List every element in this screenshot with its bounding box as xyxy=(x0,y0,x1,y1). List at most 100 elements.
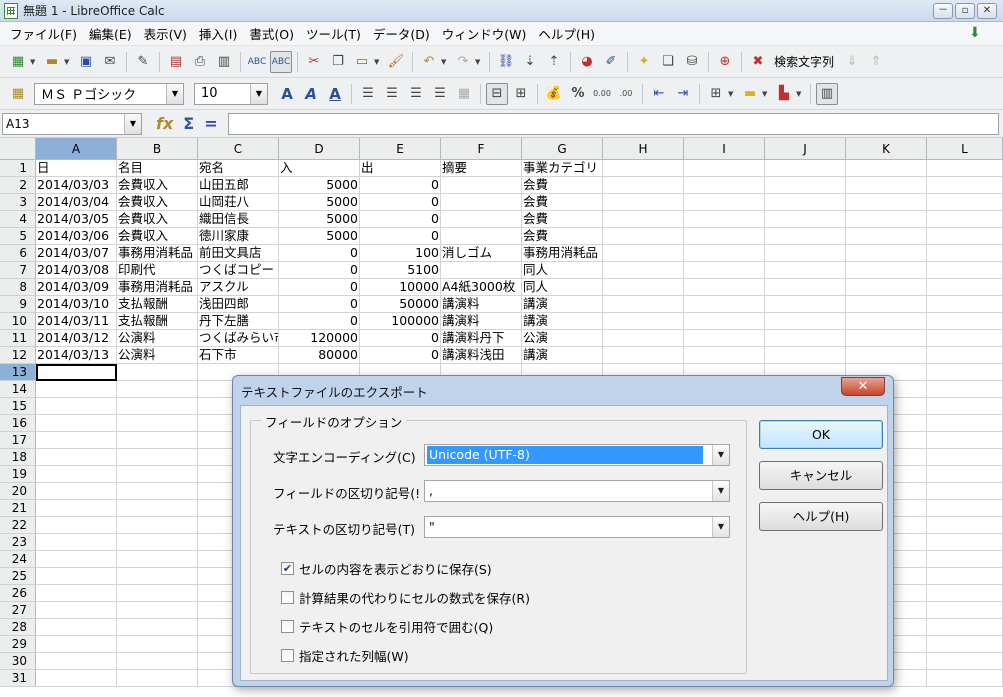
cell[interactable]: 名目 xyxy=(117,160,198,177)
new-document-icon[interactable]: ▦ xyxy=(7,51,29,73)
cell[interactable] xyxy=(36,449,117,466)
cell[interactable]: 50000 xyxy=(360,296,441,313)
borders-icon[interactable]: ⊞ xyxy=(705,83,727,105)
cell[interactable] xyxy=(36,619,117,636)
row-header[interactable]: 26 xyxy=(0,585,36,602)
row-header[interactable]: 5 xyxy=(0,228,36,245)
cell[interactable] xyxy=(846,347,927,364)
encoding-select[interactable]: Unicode (UTF-8) ▼ xyxy=(424,444,730,466)
minimize-button[interactable]: － xyxy=(933,2,953,19)
column-header-g[interactable]: G xyxy=(522,138,603,160)
cell[interactable]: 講演料浅田 xyxy=(441,347,522,364)
cell[interactable]: 2014/03/10 xyxy=(36,296,117,313)
cell[interactable] xyxy=(441,262,522,279)
cell[interactable] xyxy=(846,228,927,245)
select-all-corner[interactable] xyxy=(0,138,36,160)
cell[interactable] xyxy=(684,177,765,194)
cell[interactable] xyxy=(765,296,846,313)
cell[interactable] xyxy=(603,194,684,211)
cell[interactable] xyxy=(36,432,117,449)
cell[interactable] xyxy=(927,228,1003,245)
edit-file-icon[interactable]: ✎ xyxy=(132,51,154,73)
cell[interactable]: 0 xyxy=(360,347,441,364)
cell[interactable] xyxy=(36,534,117,551)
menu-format[interactable]: 書式(O) xyxy=(243,24,300,43)
cell[interactable]: 浅田四郎 xyxy=(198,296,279,313)
cell[interactable]: 0 xyxy=(279,296,360,313)
cell[interactable] xyxy=(846,211,927,228)
cell[interactable] xyxy=(603,177,684,194)
cell[interactable] xyxy=(117,534,198,551)
add-decimal-icon[interactable]: .00 xyxy=(615,83,637,105)
cell[interactable]: 山岡荘八 xyxy=(198,194,279,211)
cell[interactable] xyxy=(927,262,1003,279)
cell[interactable]: 0 xyxy=(360,330,441,347)
cell[interactable] xyxy=(927,330,1003,347)
print-icon[interactable]: ⎙ xyxy=(189,51,211,73)
column-header-h[interactable]: H xyxy=(603,138,684,160)
cell[interactable] xyxy=(927,449,1003,466)
cell[interactable] xyxy=(684,313,765,330)
cell[interactable] xyxy=(765,194,846,211)
paste-dropdown-icon[interactable]: ▼ xyxy=(374,58,382,66)
text-delimiter-select[interactable]: " ▼ xyxy=(424,516,730,538)
cell[interactable] xyxy=(603,245,684,262)
dialog-close-button[interactable]: ✕ xyxy=(841,377,885,396)
cell[interactable]: A4紙3000枚 xyxy=(441,279,522,296)
email-icon[interactable]: ✉ xyxy=(99,51,121,73)
cell[interactable]: つくばみらい市 xyxy=(198,330,279,347)
cell[interactable] xyxy=(927,398,1003,415)
column-header-i[interactable]: I xyxy=(684,138,765,160)
chevron-down-icon[interactable]: ▼ xyxy=(712,445,729,465)
sidebar-toggle-icon[interactable]: ▥ xyxy=(816,82,838,105)
cut-icon[interactable]: ✂ xyxy=(303,51,325,73)
cell[interactable] xyxy=(36,653,117,670)
cell[interactable] xyxy=(684,245,765,262)
cell[interactable]: 会費収入 xyxy=(117,177,198,194)
cell[interactable] xyxy=(765,347,846,364)
column-header-d[interactable]: D xyxy=(279,138,360,160)
cell[interactable]: 会費 xyxy=(522,228,603,245)
cell[interactable]: 2014/03/05 xyxy=(36,211,117,228)
column-header-a[interactable]: A xyxy=(36,138,117,160)
cell[interactable]: 5100 xyxy=(360,262,441,279)
cell[interactable] xyxy=(117,585,198,602)
cell[interactable] xyxy=(36,670,117,687)
cell[interactable] xyxy=(603,262,684,279)
quote-text-checkbox[interactable]: テキストのセルを引用符で囲む(Q) xyxy=(281,617,493,636)
row-header[interactable]: 3 xyxy=(0,194,36,211)
menu-edit[interactable]: 編集(E) xyxy=(83,24,138,43)
row-header[interactable]: 24 xyxy=(0,551,36,568)
align-right-icon[interactable]: ☰ xyxy=(405,83,427,105)
cell[interactable] xyxy=(765,228,846,245)
row-header[interactable]: 11 xyxy=(0,330,36,347)
cell[interactable] xyxy=(684,228,765,245)
cell[interactable] xyxy=(927,160,1003,177)
save-icon[interactable]: ▣ xyxy=(75,51,97,73)
row-header[interactable]: 15 xyxy=(0,398,36,415)
cell[interactable]: つくばコピー xyxy=(198,262,279,279)
cell[interactable]: 5000 xyxy=(279,211,360,228)
cell[interactable]: 宛名 xyxy=(198,160,279,177)
menu-file[interactable]: ファイル(F) xyxy=(4,24,83,43)
cell[interactable]: 80000 xyxy=(279,347,360,364)
cell[interactable] xyxy=(603,279,684,296)
row-header[interactable]: 4 xyxy=(0,211,36,228)
cell[interactable] xyxy=(927,619,1003,636)
export-pdf-icon[interactable]: ▤ xyxy=(165,51,187,73)
checkbox-icon[interactable] xyxy=(281,620,294,633)
hyperlink-icon[interactable]: ⛓ xyxy=(495,51,517,73)
save-formulas-checkbox[interactable]: 計算結果の代わりにセルの数式を保存(R) xyxy=(281,588,530,607)
row-header[interactable]: 27 xyxy=(0,602,36,619)
cell[interactable]: 2014/03/07 xyxy=(36,245,117,262)
cell[interactable] xyxy=(441,194,522,211)
row-header[interactable]: 25 xyxy=(0,568,36,585)
field-separator-select[interactable]: , ▼ xyxy=(424,480,730,502)
cell[interactable] xyxy=(927,568,1003,585)
cell[interactable]: 100 xyxy=(360,245,441,262)
chevron-down-icon[interactable]: ▼ xyxy=(166,83,183,104)
cell[interactable] xyxy=(117,415,198,432)
text-direction-tb-icon[interactable]: ⊞ xyxy=(510,83,532,105)
standard-format-icon[interactable]: 0.00 xyxy=(591,83,613,105)
row-header[interactable]: 20 xyxy=(0,483,36,500)
